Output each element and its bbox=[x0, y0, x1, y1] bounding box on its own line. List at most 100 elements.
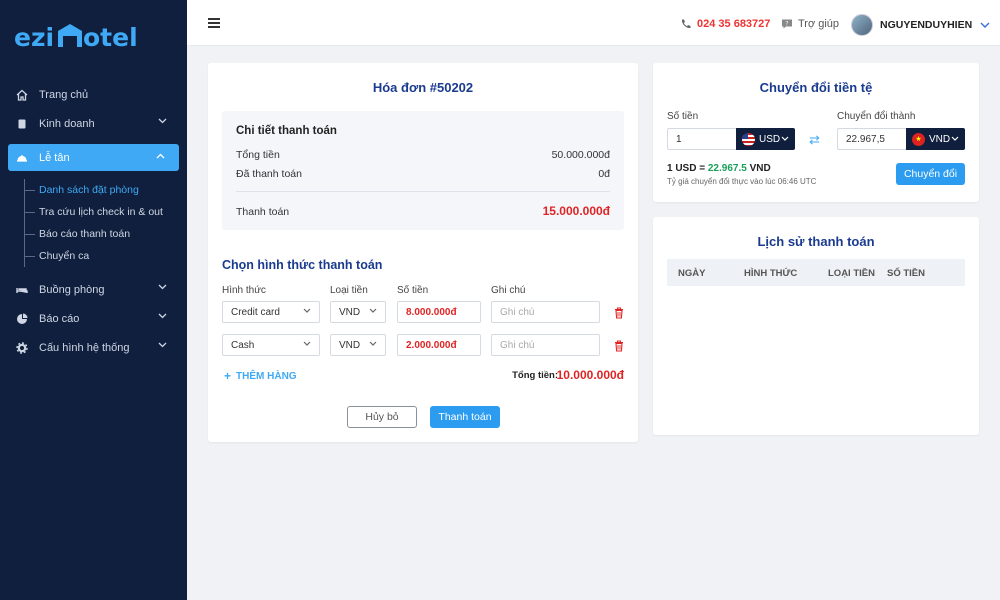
history-col-currency: LOẠI TIỀN bbox=[828, 268, 875, 279]
rate-note: Tỷ giá chuyển đổi thực vào lúc 06:46 UTC bbox=[667, 177, 817, 186]
sidebar-item-reception[interactable]: Lễ tân bbox=[8, 144, 179, 171]
col-method: Hình thức bbox=[222, 285, 266, 296]
sidebar-item-label: Buồng phòng bbox=[39, 283, 105, 296]
chevron-down-icon bbox=[781, 136, 789, 141]
amount-value: 2.000.000đ bbox=[406, 339, 457, 351]
rate-suffix: VND bbox=[746, 163, 771, 174]
history-title: Lịch sử thanh toán bbox=[757, 234, 875, 249]
payment-method-title: Chọn hình thức thanh toán bbox=[222, 258, 383, 272]
chevron-down-icon bbox=[369, 341, 377, 346]
sidebar-item-label: Trang chủ bbox=[39, 88, 89, 101]
sum-value: 10.000.000đ bbox=[556, 368, 624, 382]
convert-to-label: Chuyển đổi thành bbox=[837, 111, 916, 122]
to-currency-select[interactable]: ★ VND bbox=[906, 128, 965, 150]
chevron-down-icon bbox=[158, 118, 167, 124]
svg-text:ezi: ezi bbox=[14, 23, 54, 51]
sidebar: ezi otel Trang chủ Kinh doanh Lễ tân Dan… bbox=[0, 0, 187, 600]
chevron-down-icon bbox=[303, 308, 311, 313]
convert-button[interactable]: Chuyển đổi bbox=[896, 163, 965, 185]
method-value: Credit card bbox=[231, 306, 280, 318]
chevron-down-icon bbox=[303, 341, 311, 346]
from-currency-value: USD bbox=[759, 133, 781, 145]
note-placeholder: Ghi chú bbox=[500, 339, 535, 351]
sidebar-item-label: Báo cáo bbox=[39, 312, 80, 325]
amount-input[interactable]: 2.000.000đ bbox=[397, 334, 481, 356]
method-value: Cash bbox=[231, 339, 255, 351]
swap-currency-icon[interactable]: ⇄ bbox=[809, 132, 820, 148]
amount-value: 8.000.000đ bbox=[406, 306, 457, 318]
pay-label: Thanh toán bbox=[236, 206, 290, 218]
reception-subnav: Danh sách đặt phòng Tra cứu lịch check i… bbox=[24, 179, 187, 267]
sidebar-item-label: Kinh doanh bbox=[39, 117, 95, 130]
currency-select[interactable]: VND bbox=[330, 334, 386, 356]
sidebar-item-housekeeping[interactable]: Buồng phòng bbox=[0, 275, 187, 304]
help-link[interactable]: ? Trợ giúp bbox=[781, 18, 839, 30]
delete-row-icon[interactable] bbox=[614, 340, 624, 352]
subnav-item-shift-change[interactable]: Chuyển ca bbox=[25, 245, 187, 267]
delete-row-icon[interactable] bbox=[614, 307, 624, 319]
home-icon bbox=[16, 89, 28, 101]
converted-result-field[interactable]: 22.967,5 bbox=[837, 128, 907, 150]
ezihotel-logo: ezi otel bbox=[14, 23, 138, 51]
currency-value: VND bbox=[339, 306, 361, 318]
chevron-down-icon bbox=[369, 308, 377, 313]
col-currency: Loại tiền bbox=[330, 285, 368, 296]
pay-button[interactable]: Thanh toán bbox=[430, 406, 500, 428]
phone-icon bbox=[681, 19, 691, 29]
book-icon bbox=[16, 118, 28, 130]
method-select[interactable]: Cash bbox=[222, 334, 320, 356]
sidebar-item-label: Cấu hình hệ thống bbox=[39, 341, 130, 354]
converted-result-value: 22.967,5 bbox=[846, 133, 885, 145]
brand-logo[interactable]: ezi otel bbox=[14, 16, 148, 56]
pie-chart-icon bbox=[16, 313, 28, 325]
history-table-header: NGÀY HÌNH THỨC LOẠI TIỀN SỐ TIỀN bbox=[667, 259, 965, 286]
help-chat-icon: ? bbox=[782, 19, 792, 29]
svg-text:otel: otel bbox=[83, 23, 138, 51]
payment-details-box: Chi tiết thanh toán Tổng tiền 50.000.000… bbox=[222, 111, 624, 230]
sidebar-nav: Trang chủ Kinh doanh Lễ tân Danh sách đặ… bbox=[0, 80, 187, 362]
hotline-number: 024 35 683727 bbox=[697, 18, 771, 30]
col-amount: Số tiền bbox=[397, 285, 429, 296]
currency-value: VND bbox=[339, 339, 361, 351]
total-label: Tổng tiền bbox=[236, 149, 280, 161]
note-input[interactable]: Ghi chú bbox=[491, 301, 600, 323]
avatar bbox=[851, 14, 873, 36]
currency-select[interactable]: VND bbox=[330, 301, 386, 323]
total-value: 50.000.000đ bbox=[551, 149, 610, 161]
subnav-item-checkin-lookup[interactable]: Tra cứu lịch check in & out bbox=[25, 201, 187, 223]
currency-converter-card: Chuyển đổi tiền tệ Số tiền Chuyển đổi th… bbox=[653, 63, 979, 202]
reception-bell-icon bbox=[16, 152, 28, 164]
cancel-button[interactable]: Hủy bỏ bbox=[347, 406, 417, 428]
subnav-item-payment-report[interactable]: Báo cáo thanh toán bbox=[25, 223, 187, 245]
sidebar-item-business[interactable]: Kinh doanh bbox=[0, 109, 187, 138]
amount-label: Số tiền bbox=[667, 111, 699, 122]
amount-input[interactable]: 8.000.000đ bbox=[397, 301, 481, 323]
topbar: 024 35 683727 ? Trợ giúp NGUYENDUYHIEN bbox=[187, 0, 1000, 46]
subnav-item-booking-list[interactable]: Danh sách đặt phòng bbox=[25, 179, 187, 201]
payment-history-card: Lịch sử thanh toán NGÀY HÌNH THỨC LOẠI T… bbox=[653, 217, 979, 435]
sum-label: Tổng tiền: bbox=[512, 370, 558, 381]
chevron-down-icon bbox=[158, 342, 167, 348]
from-currency-select[interactable]: USD bbox=[736, 128, 795, 150]
convert-amount-value: 1 bbox=[676, 133, 682, 145]
sidebar-item-home[interactable]: Trang chủ bbox=[0, 80, 187, 109]
history-col-amount: SỐ TIỀN bbox=[887, 268, 926, 279]
gear-icon bbox=[16, 341, 28, 354]
sidebar-item-reports[interactable]: Báo cáo bbox=[0, 304, 187, 333]
chevron-down-icon bbox=[951, 136, 959, 141]
convert-amount-input[interactable]: 1 bbox=[667, 128, 737, 150]
sidebar-item-settings[interactable]: Cấu hình hệ thống bbox=[0, 333, 187, 362]
method-select[interactable]: Credit card bbox=[222, 301, 320, 323]
history-col-method: HÌNH THỨC bbox=[744, 268, 798, 279]
converter-title: Chuyển đổi tiền tệ bbox=[759, 80, 873, 95]
svg-text:?: ? bbox=[785, 21, 788, 28]
menu-toggle-icon[interactable] bbox=[208, 18, 220, 28]
user-menu[interactable]: NGUYENDUYHIEN bbox=[851, 14, 990, 36]
invoice-title: Hóa đơn #50202 bbox=[372, 80, 474, 95]
plus-icon: + bbox=[224, 369, 232, 383]
note-input[interactable]: Ghi chú bbox=[491, 334, 600, 356]
username: NGUYENDUYHIEN bbox=[880, 19, 973, 31]
add-row-button[interactable]: + THÊM HÀNG bbox=[224, 369, 297, 383]
vn-flag-icon: ★ bbox=[912, 132, 925, 146]
hotline[interactable]: 024 35 683727 bbox=[680, 18, 770, 30]
